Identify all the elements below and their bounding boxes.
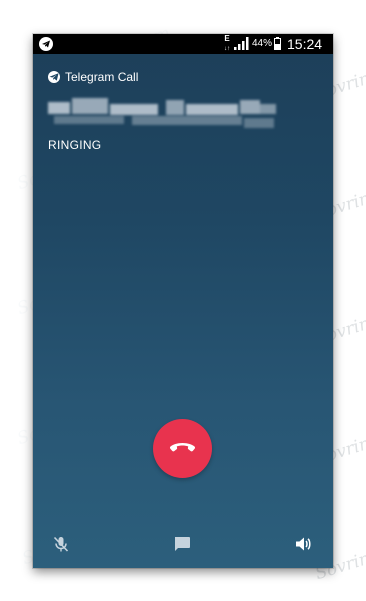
signal-bars-icon (234, 37, 249, 50)
message-button[interactable] (171, 533, 193, 555)
call-status: RINGING (48, 138, 102, 152)
battery-percent: 44% (252, 38, 273, 49)
clock: 15:24 (287, 36, 323, 52)
message-icon (175, 537, 190, 551)
status-bar: E ↓↑ 44% 15:24 (33, 34, 333, 54)
caller-name-blurred (48, 98, 276, 132)
telegram-icon (48, 71, 60, 83)
network-type-label: E (224, 34, 230, 43)
network-activity-label: ↓↑ (224, 46, 230, 52)
telegram-icon (39, 37, 53, 51)
call-app-name: Telegram Call (65, 70, 139, 84)
speaker-button[interactable] (292, 533, 314, 555)
speaker-icon (296, 537, 311, 551)
mic-off-icon (53, 536, 69, 552)
network-type: E ↓↑ (223, 34, 231, 54)
phone-hangup-icon (169, 443, 196, 452)
battery-icon (274, 37, 281, 50)
phone-screen: E ↓↑ 44% 15:24 Telegram Call RINGING (33, 34, 333, 568)
mute-button[interactable] (50, 533, 72, 555)
hangup-button[interactable] (153, 419, 212, 478)
